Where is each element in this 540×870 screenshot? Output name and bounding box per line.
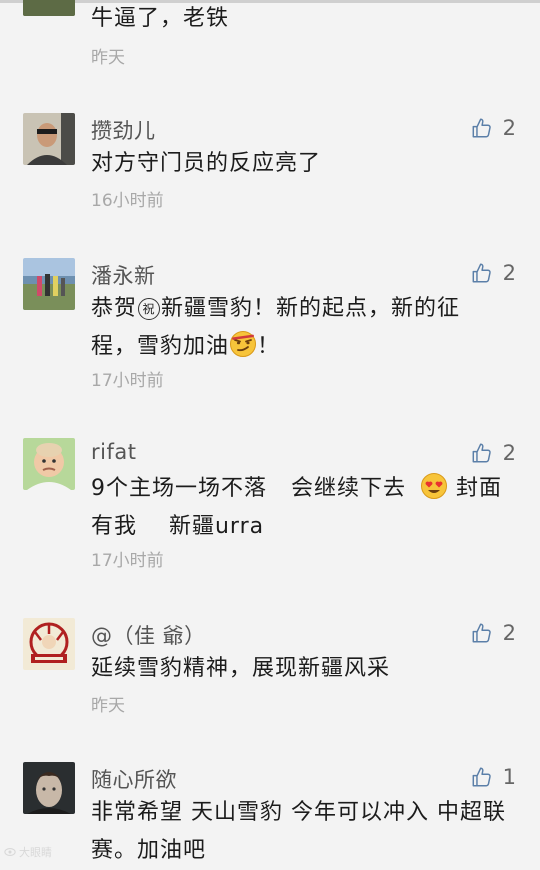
comment-author[interactable]: rifat <box>91 440 136 464</box>
like-count: 2 <box>502 621 516 645</box>
like-count: 2 <box>502 261 516 285</box>
comment-author[interactable]: @（佳 爺） <box>91 620 206 650</box>
avatar[interactable] <box>23 113 75 165</box>
thumbs-up-icon <box>472 263 491 283</box>
like-button[interactable]: 2 <box>471 620 516 646</box>
comment-author[interactable]: 攒劲儿 <box>91 115 156 145</box>
comment-body: 牛逼了，老铁 <box>91 6 230 31</box>
avatar[interactable] <box>23 438 75 490</box>
like-button[interactable]: 1 <box>471 764 516 790</box>
comment-time: 昨天 <box>91 48 125 68</box>
like-count: 1 <box>502 765 516 789</box>
thumbs-up-icon <box>472 623 491 643</box>
like-button[interactable]: 2 <box>471 440 516 466</box>
comment-body: 延续雪豹精神，展现新疆风采 <box>91 656 391 681</box>
eye-logo-icon <box>4 848 16 856</box>
comment-body: 恭贺祝新疆雪豹！新的起点，新的征 程，雪豹加油！ <box>91 296 461 359</box>
thumbs-up-icon <box>472 118 491 138</box>
avatar[interactable] <box>23 258 75 310</box>
heart-eyes-face-icon <box>420 472 448 500</box>
comment-time: 17小时前 <box>91 551 164 571</box>
comment-author[interactable]: 随心所欲 <box>91 764 177 794</box>
avatar[interactable] <box>23 0 75 16</box>
comment-body: 对方守门员的反应亮了 <box>91 151 322 176</box>
like-count: 2 <box>502 441 516 465</box>
circled-char: 祝 <box>138 298 161 320</box>
thumbs-up-icon <box>472 767 491 787</box>
like-count: 2 <box>502 116 516 140</box>
avatar[interactable] <box>23 618 75 670</box>
comment-body: 9个主场一场不落 会继续下去 封面 有我 新疆urra <box>91 470 521 546</box>
comment-time: 16小时前 <box>91 191 164 211</box>
comment-author[interactable]: 潘永新 <box>91 260 156 290</box>
comment-body: 非常希望 天山雪豹 今年可以冲入 中超联 赛。加油吧 <box>91 800 506 863</box>
comment-time: 17小时前 <box>91 371 164 391</box>
like-button[interactable]: 2 <box>471 260 516 286</box>
avatar[interactable] <box>23 762 75 814</box>
thumbs-up-icon <box>472 443 491 463</box>
like-button[interactable]: 2 <box>471 115 516 141</box>
watermark: 大眼睛 <box>4 844 52 860</box>
comment-time: 昨天 <box>91 696 125 716</box>
smirk-face-icon <box>229 330 257 358</box>
